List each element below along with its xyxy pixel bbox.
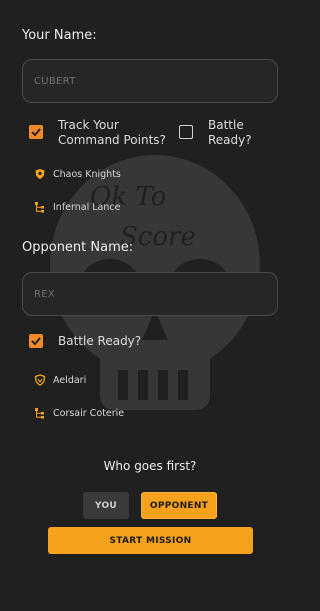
opponent-first-button[interactable]: OPPONENT bbox=[141, 492, 217, 519]
opponent-name-field[interactable]: REX bbox=[22, 272, 278, 316]
start-mission-button[interactable]: START MISSION bbox=[48, 527, 253, 554]
your-name-field[interactable]: CUBERT bbox=[22, 59, 278, 103]
track-command-points-label: Track Your Command Points? bbox=[58, 118, 166, 147]
faction-shield-icon bbox=[35, 169, 45, 179]
opponent-faction-name: Aeldari bbox=[53, 374, 87, 386]
opponent-detachment-name: Corsair Coterie bbox=[53, 407, 125, 419]
checkmark-icon bbox=[31, 337, 41, 346]
opponent-detachment-row: Corsair Coterie bbox=[34, 407, 124, 419]
player-detachment-row: Infernal Lance bbox=[34, 201, 120, 213]
detachment-tree-icon bbox=[35, 202, 44, 213]
player-detachment-name: Infernal Lance bbox=[53, 201, 121, 213]
your-name-placeholder: CUBERT bbox=[34, 75, 76, 87]
detachment-tree-icon bbox=[35, 408, 44, 419]
player-battle-ready-checkbox[interactable] bbox=[179, 125, 193, 139]
player-faction-name: Chaos Knights bbox=[53, 168, 121, 180]
player-battle-ready-label: Battle Ready? bbox=[208, 118, 252, 147]
you-first-button[interactable]: YOU bbox=[83, 492, 129, 519]
your-name-label: Your Name: bbox=[22, 28, 97, 43]
player-faction-row: Chaos Knights bbox=[34, 168, 121, 180]
opponent-name-placeholder: REX bbox=[34, 288, 56, 300]
opponent-faction-row: Aeldari bbox=[34, 374, 86, 386]
checkmark-icon bbox=[31, 128, 41, 137]
opponent-battle-ready-label: Battle Ready? bbox=[58, 334, 142, 348]
opponent-name-label: Opponent Name: bbox=[22, 240, 134, 255]
faction-shield-icon bbox=[34, 374, 46, 386]
track-command-points-checkbox[interactable] bbox=[29, 125, 43, 139]
who-goes-first-label: Who goes first? bbox=[103, 459, 197, 473]
opponent-battle-ready-checkbox[interactable] bbox=[29, 334, 43, 348]
